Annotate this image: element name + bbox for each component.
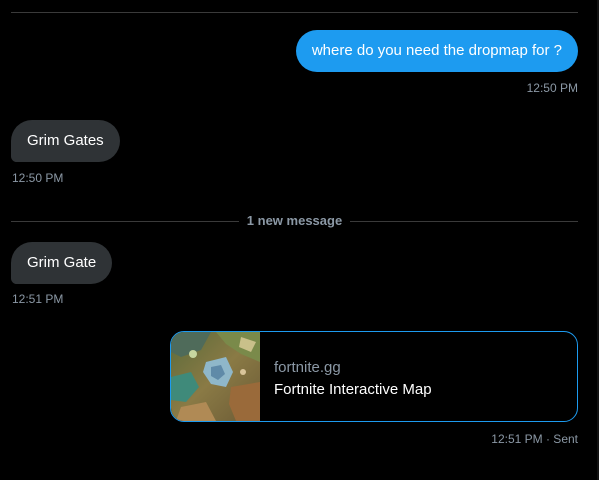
link-message-timestamp: 12:51 PM · Sent xyxy=(491,432,578,446)
incoming-message-timestamp: 12:50 PM xyxy=(12,171,64,185)
incoming-message-bubble[interactable]: Grim Gate xyxy=(11,242,113,284)
outgoing-message-timestamp: 12:50 PM xyxy=(526,81,578,95)
link-title[interactable]: Fortnite Interactive Map xyxy=(274,381,432,399)
link-preview-card[interactable]: fortnite.gg Fortnite Interactive Map xyxy=(170,331,578,422)
link-domain: fortnite.gg xyxy=(274,359,341,376)
map-thumbnail-icon xyxy=(171,332,260,421)
incoming-message-timestamp: 12:51 PM xyxy=(12,292,64,306)
new-message-divider: 1 new message xyxy=(11,214,578,228)
top-divider xyxy=(11,12,578,13)
divider-line-right xyxy=(350,221,578,222)
incoming-message-bubble[interactable]: Grim Gates xyxy=(11,120,120,162)
outgoing-message-bubble[interactable]: where do you need the dropmap for ? xyxy=(295,30,578,72)
